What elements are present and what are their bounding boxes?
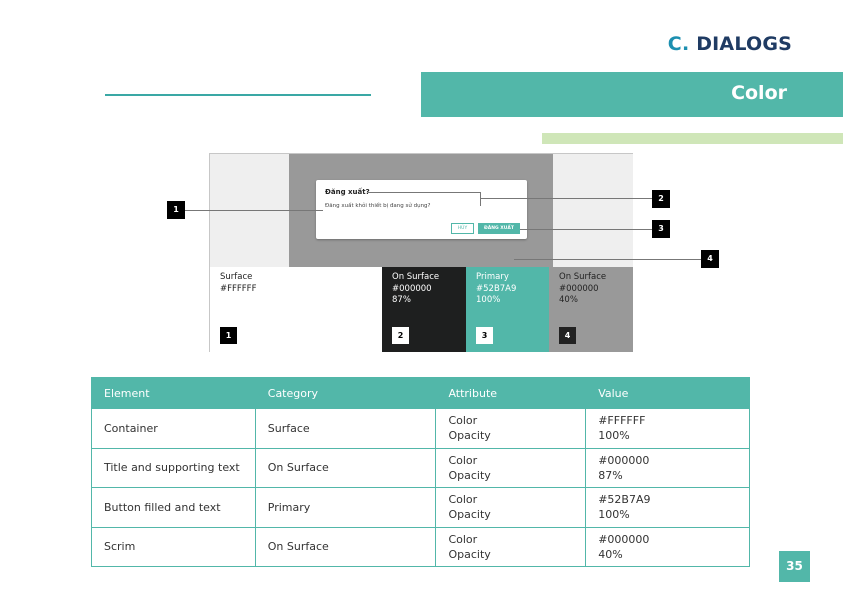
swatch-opacity: 40%: [559, 295, 578, 305]
swatch-hex: #52B7A9: [476, 283, 517, 294]
cell-element: Scrim: [91, 526, 256, 567]
attr-opacity: Opacity: [448, 468, 491, 482]
cell-value: #52B7A9 100%: [585, 487, 750, 528]
swatch-name: Surface: [220, 272, 253, 282]
background-panel-right: [553, 154, 633, 267]
attr-color: Color: [448, 453, 478, 467]
divider-rule: [105, 94, 371, 96]
value-opacity: 87%: [598, 468, 623, 482]
table-header-row: Element Category Attribute Value: [91, 377, 750, 409]
swatch-primary: Primary #52B7A9 100% 3: [466, 267, 549, 352]
swatch-hex: #000000: [559, 283, 599, 294]
table-row: Title and supporting text On Surface Col…: [91, 447, 750, 488]
cell-element: Container: [91, 408, 256, 449]
cell-attribute: Color Opacity: [435, 487, 587, 528]
swatch-on-surface-87: On Surface #000000 87% 2: [382, 267, 466, 352]
swatch-on-surface-40: On Surface #000000 40% 4: [549, 267, 633, 352]
callout-1: 1: [167, 201, 185, 219]
dialog-color-illustration: Đăng xuất? Đăng xuất khỏi thiết bị đang …: [209, 153, 633, 352]
attr-color: Color: [448, 532, 478, 546]
page-number: 35: [779, 551, 810, 582]
swatch-name: On Surface: [392, 272, 440, 282]
callout-leader-4: [514, 259, 701, 260]
callout-leader-2b: [480, 192, 481, 206]
attr-opacity: Opacity: [448, 508, 491, 522]
value-color: #000000: [598, 453, 650, 467]
dialog-title: Đăng xuất?: [325, 188, 370, 196]
cell-value: #000000 40%: [585, 526, 750, 567]
header-element: Element: [91, 377, 256, 409]
section-title: DIALOGS: [696, 33, 792, 55]
callout-leader-2: [368, 192, 480, 193]
attr-opacity: Opacity: [448, 547, 491, 561]
cell-attribute: Color Opacity: [435, 447, 587, 488]
callout-2: 2: [652, 190, 670, 208]
sample-dialog: Đăng xuất? Đăng xuất khỏi thiết bị đang …: [316, 180, 527, 239]
value-opacity: 40%: [598, 547, 623, 561]
banner-title: Color: [731, 82, 787, 104]
swatch-opacity: 100%: [476, 295, 501, 305]
cell-category: On Surface: [254, 447, 437, 488]
cell-element: Title and supporting text: [91, 447, 256, 488]
swatch-surface: Surface #FFFFFF 1: [210, 267, 382, 352]
swatch-name: Primary: [476, 272, 509, 282]
section-prefix: C.: [667, 33, 690, 55]
table-row: Scrim On Surface Color Opacity #000000 40%: [91, 526, 750, 567]
callout-leader-3: [520, 229, 652, 230]
callout-3: 3: [652, 220, 670, 238]
cell-category: Primary: [254, 487, 437, 528]
value-color: #000000: [598, 532, 650, 546]
cell-value: #FFFFFF 100%: [585, 408, 750, 449]
table-row: Button filled and text Primary Color Opac…: [91, 487, 750, 528]
callout-leader-2c: [480, 198, 652, 199]
cell-attribute: Color Opacity: [435, 526, 587, 567]
cell-value: #000000 87%: [585, 447, 750, 488]
color-spec-table: Element Category Attribute Value Contain…: [91, 377, 750, 567]
header-value: Value: [585, 377, 750, 409]
swatch-hex: #000000: [392, 283, 432, 294]
value-opacity: 100%: [598, 429, 630, 443]
swatch-number: 1: [220, 327, 237, 344]
swatch-name: On Surface: [559, 272, 607, 282]
callout-leader-1: [185, 210, 323, 211]
dialog-supporting-text: Đăng xuất khỏi thiết bị đang sử dụng?: [325, 203, 431, 209]
cell-category: On Surface: [254, 526, 437, 567]
section-heading: C. DIALOGS: [668, 33, 792, 55]
dialog-cancel-button: HỦY: [451, 223, 474, 234]
attr-color: Color: [448, 414, 478, 428]
header-category: Category: [254, 377, 437, 409]
dialog-logout-button: ĐĂNG XUẤT: [478, 223, 520, 234]
swatch-opacity: 87%: [392, 295, 411, 305]
swatch-number: 3: [476, 327, 493, 344]
cell-category: Surface: [254, 408, 437, 449]
swatch-hex: #FFFFFF: [220, 283, 257, 294]
value-opacity: 100%: [598, 508, 630, 522]
accent-bar: [542, 133, 843, 144]
header-attribute: Attribute: [435, 377, 587, 409]
attr-color: Color: [448, 493, 478, 507]
swatch-number: 2: [392, 327, 409, 344]
attr-opacity: Opacity: [448, 429, 491, 443]
callout-4: 4: [701, 250, 719, 268]
cell-attribute: Color Opacity: [435, 408, 587, 449]
cell-element: Button filled and text: [91, 487, 256, 528]
value-color: #52B7A9: [598, 493, 651, 507]
value-color: #FFFFFF: [598, 414, 646, 428]
topic-banner: Color: [421, 72, 843, 117]
table-row: Container Surface Color Opacity #FFFFFF 10…: [91, 408, 750, 449]
swatch-number: 4: [559, 327, 576, 344]
